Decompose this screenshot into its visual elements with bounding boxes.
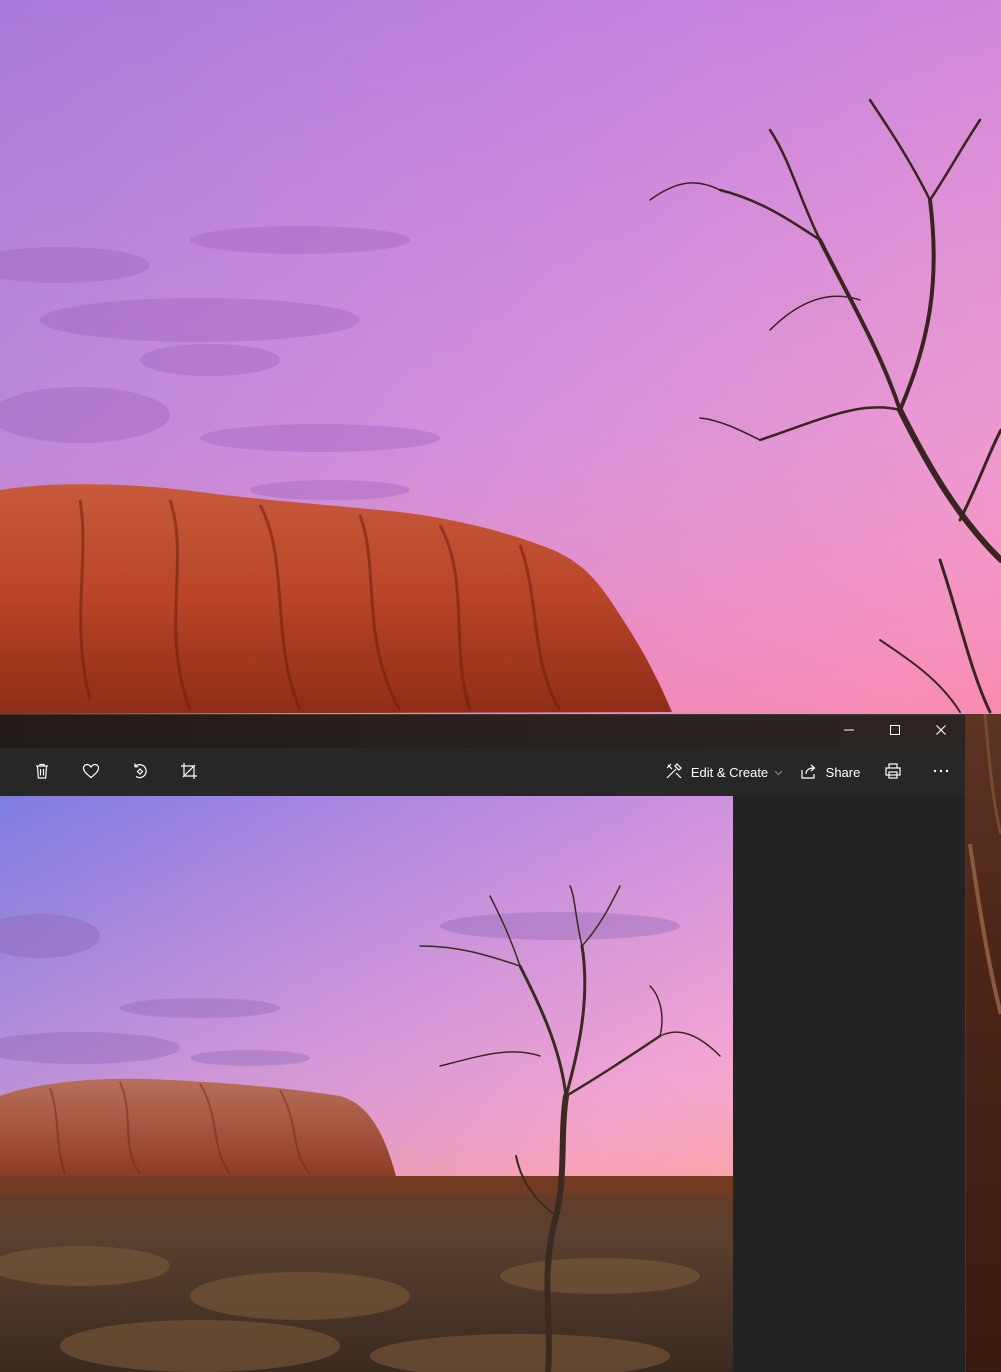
- photos-app-window: Edit & Create Share: [0, 714, 966, 1372]
- close-icon: [935, 723, 947, 741]
- rotate-button[interactable]: [120, 748, 160, 796]
- printer-icon: [884, 762, 902, 783]
- chevron-down-icon: [768, 765, 783, 780]
- maximize-icon: [889, 723, 901, 741]
- heart-icon: [82, 762, 100, 783]
- print-button[interactable]: [873, 748, 913, 796]
- trash-icon: [33, 762, 51, 783]
- edit-create-label: Edit & Create: [690, 764, 769, 780]
- toolbar: Edit & Create Share: [0, 748, 965, 805]
- edit-create-icon: [665, 762, 683, 783]
- title-bar: [0, 715, 965, 748]
- rotate-icon: [131, 762, 149, 783]
- minimize-button[interactable]: [826, 715, 872, 748]
- favorite-button[interactable]: [71, 748, 111, 796]
- photo-view[interactable]: [0, 796, 733, 1372]
- share-icon: [800, 762, 818, 783]
- crop-button[interactable]: [169, 748, 209, 796]
- minimize-icon: [843, 723, 855, 741]
- delete-button[interactable]: [22, 748, 62, 796]
- more-button[interactable]: [921, 748, 961, 796]
- share-label: Share: [825, 764, 861, 780]
- maximize-button[interactable]: [872, 715, 918, 748]
- close-button[interactable]: [918, 715, 964, 748]
- crop-icon: [180, 762, 198, 783]
- wallpaper-right-strip: [965, 714, 1001, 1371]
- edit-create-button[interactable]: Edit & Create: [665, 748, 783, 796]
- more-icon: [932, 762, 950, 783]
- side-panel: [733, 796, 965, 1372]
- share-button[interactable]: Share: [800, 748, 860, 796]
